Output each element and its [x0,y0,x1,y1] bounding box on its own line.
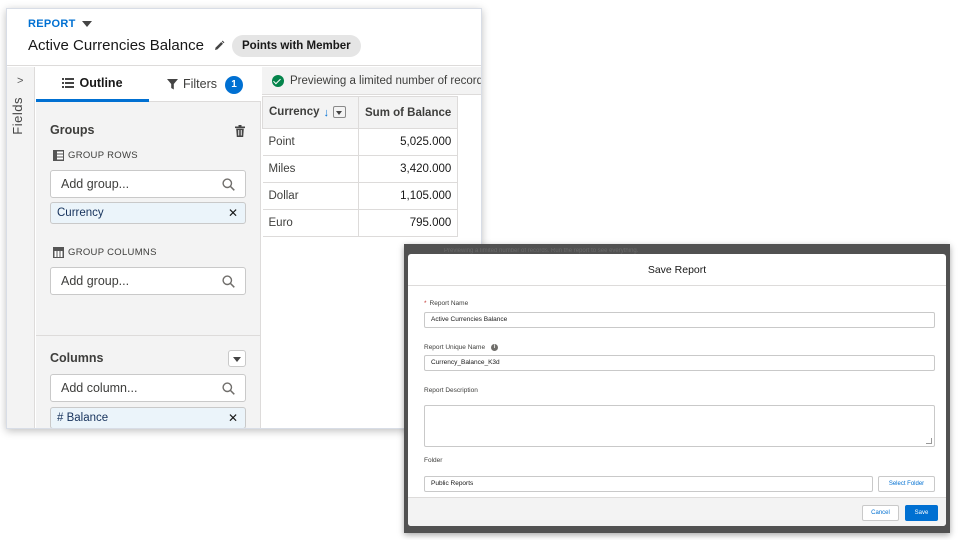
modal-footer: Cancel Save [408,497,946,526]
column-header-label: Currency [269,106,320,119]
column-header-currency[interactable]: Currency ↓ [262,96,359,129]
modal-title: Save Report [408,254,946,286]
group-columns-label: GROUP COLUMNS [68,247,157,258]
cell-currency: Point [262,128,359,156]
column-chip-balance[interactable]: # Balance ✕ [50,407,246,428]
close-icon[interactable]: ✕ [228,203,238,223]
tab-filters[interactable]: Filters 1 [149,67,261,102]
search-icon [222,275,235,288]
fields-label: Fields [10,97,25,135]
cell-currency: Miles [262,155,359,183]
sort-down-icon[interactable]: ↓ [324,107,330,119]
add-group-rows-input[interactable]: Add group... [50,170,246,198]
trash-icon[interactable] [234,125,246,137]
table-row: Dollar 1,105.000 [262,182,459,210]
folder-label: Folder [424,457,443,464]
group-columns-icon [53,247,64,258]
chip-label: Currency [57,207,104,219]
report-type-pill: Points with Member [232,35,361,57]
group-rows-icon [53,150,64,161]
column-header-sum-balance[interactable]: Sum of Balance [357,96,459,129]
unique-name-input[interactable]: Currency_Balance_K3d [424,355,935,371]
search-icon [222,382,235,395]
cell-currency: Euro [262,209,359,237]
description-label: Report Description [424,387,478,394]
columns-menu-button[interactable] [228,350,246,367]
cell-currency: Dollar [262,182,359,210]
chevron-right-icon[interactable]: > [17,75,23,87]
filters-count-badge: 1 [225,75,244,94]
modal-backdrop: Previewing a limited number of records. … [404,244,950,533]
cell-balance: 1,105.000 [357,182,459,210]
fields-panel-toggle[interactable]: > Fields [7,67,35,428]
chip-label: # Balance [57,412,109,424]
panel-tabs: Outline Filters 1 [36,67,261,102]
preview-table: Currency ↓ Sum of Balance Point 5,025.000… [262,96,459,237]
add-group-columns-placeholder: Add group... [61,274,130,288]
cell-balance: 795.000 [357,209,459,237]
tab-outline[interactable]: Outline [36,67,149,102]
list-icon [62,78,75,88]
object-type-label: REPORT [28,18,76,30]
pencil-icon[interactable] [213,40,225,52]
add-column-placeholder: Add column... [61,381,138,395]
object-type-menu[interactable]: REPORT [28,18,92,30]
report-name-label-text: Report Name [429,300,469,307]
column-header-label: Sum of Balance [365,106,452,119]
preview-notice-text: Previewing a limited number of records. … [290,75,481,87]
group-rows-label: GROUP ROWS [68,150,138,161]
tab-filters-label: Filters [182,77,218,91]
group-rows-heading: GROUP ROWS [53,150,138,161]
info-icon[interactable]: i [491,344,499,351]
table-row: Miles 3,420.000 [262,155,459,183]
save-report-modal: Save Report * Report Name Active Currenc… [408,254,946,526]
add-group-columns-input[interactable]: Add group... [50,267,246,295]
success-check-icon [272,75,284,87]
page-title: Active Currencies Balance [28,37,225,54]
add-column-input[interactable]: Add column... [50,374,246,402]
unique-name-label: Report Unique Name i [424,344,499,351]
select-folder-button[interactable]: Select Folder [878,476,935,492]
filter-icon [166,79,178,90]
report-name-input[interactable]: Active Currencies Balance [424,312,935,328]
preview-notice: Previewing a limited number of records. … [262,67,481,95]
description-textarea[interactable] [424,405,935,447]
save-button[interactable]: Save [905,505,938,521]
cancel-button[interactable]: Cancel [862,505,899,521]
columns-title: Columns [50,351,104,365]
column-menu-icon[interactable] [333,106,346,119]
groups-title: Groups [50,123,95,137]
report-title: Active Currencies Balance [28,37,204,54]
report-name-label: * Report Name [424,300,468,307]
unique-name-label-text: Report Unique Name [424,344,486,351]
required-asterisk: * [424,300,427,307]
caret-down-icon [81,21,92,27]
search-icon [222,178,235,191]
group-row-chip-currency[interactable]: Currency ✕ [50,202,246,224]
cell-balance: 3,420.000 [357,155,459,183]
outline-panel: Outline Filters 1 Groups GROUP ROWS Add … [36,67,261,428]
tab-outline-label: Outline [79,75,123,90]
report-header: REPORT Active Currencies Balance Points … [7,9,481,66]
table-row: Euro 795.000 [262,209,459,237]
add-group-rows-placeholder: Add group... [61,177,130,191]
table-row: Point 5,025.000 [262,128,459,156]
group-columns-heading: GROUP COLUMNS [53,247,157,258]
section-divider [36,335,261,336]
folder-input[interactable]: Public Reports [424,476,873,492]
cell-balance: 5,025.000 [357,128,459,156]
close-icon[interactable]: ✕ [228,408,238,428]
